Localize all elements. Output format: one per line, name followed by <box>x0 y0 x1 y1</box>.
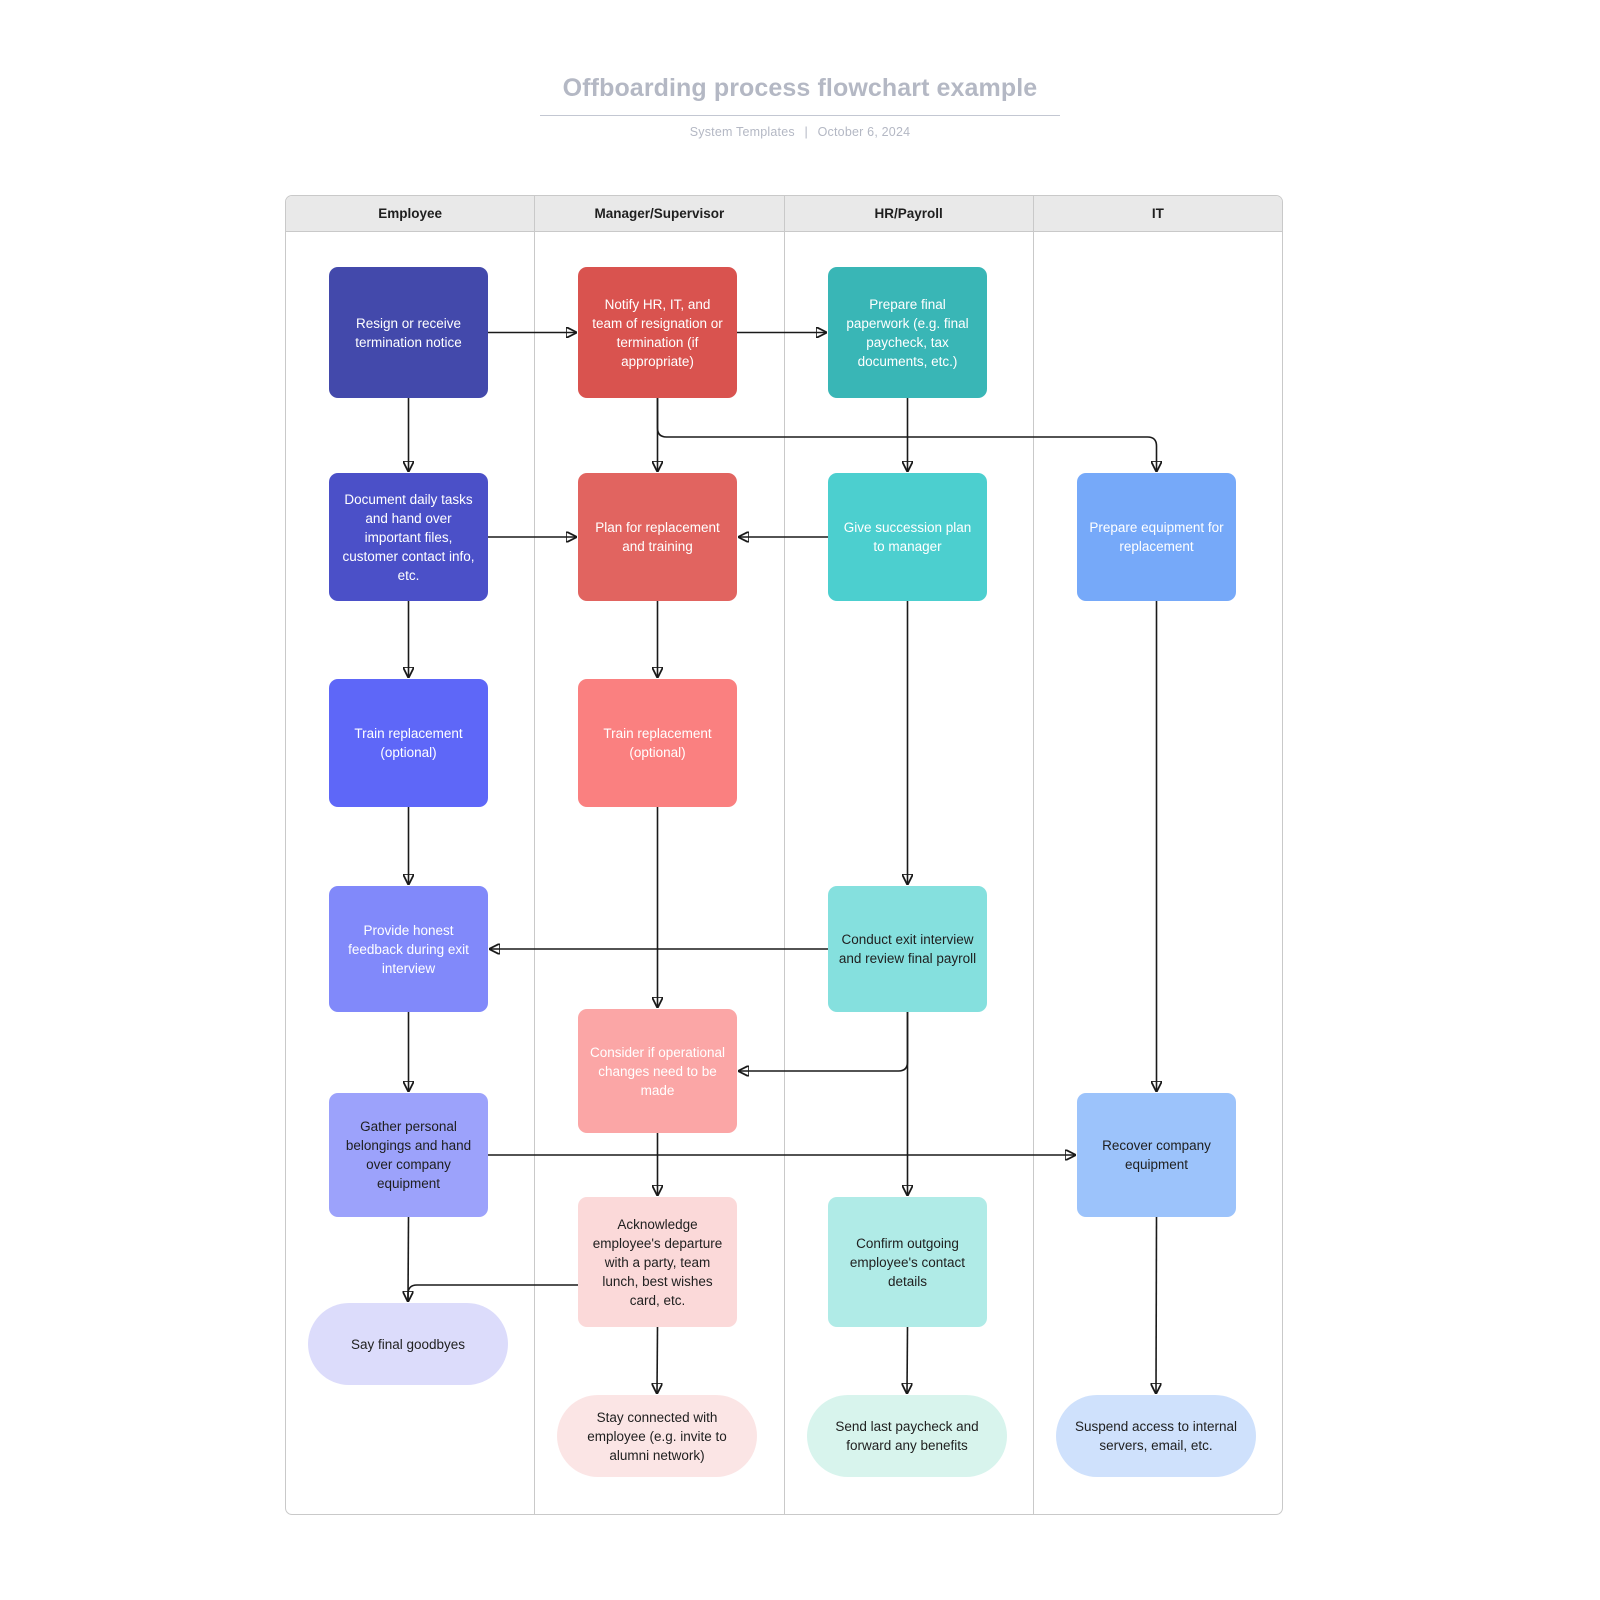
flowchart-node-n16[interactable]: Confirm outgoing employee's contact deta… <box>828 1197 987 1327</box>
flowchart-node-label: Gather personal belongings and hand over… <box>345 1119 472 1191</box>
flowchart-node-label: Prepare equipment for replacement <box>1089 520 1224 554</box>
flowchart-node-n5[interactable]: Plan for replacement and training <box>578 473 737 601</box>
document-date: October 6, 2024 <box>817 125 911 139</box>
swimlane-header-manager: Manager/Supervisor <box>535 196 785 231</box>
flowchart-node-label: Document daily tasks and hand over impor… <box>342 491 475 583</box>
swimlane-column-it <box>1034 232 1282 1514</box>
flowchart-node-label: Say final goodbyes <box>350 1336 466 1352</box>
flowchart-node-label: Resign or receive termination notice <box>355 315 462 350</box>
flowchart-node-label: Send last paycheck and forward any benef… <box>835 1419 979 1453</box>
flowchart-node-label: Provide honest feedback during exit inte… <box>348 922 469 976</box>
document-header: Offboarding process flowchart example Sy… <box>0 0 1600 139</box>
swimlane-header-row: Employee Manager/Supervisor HR/Payroll IT <box>286 196 1282 232</box>
flowchart-node-n19[interactable]: Send last paycheck and forward any benef… <box>807 1395 1007 1477</box>
flowchart-node-n17[interactable]: Say final goodbyes <box>308 1303 508 1385</box>
flowchart-node-label: Train replacement (optional) <box>354 726 463 760</box>
flowchart-node-n9[interactable]: Train replacement (optional) <box>578 679 737 807</box>
flowchart-node-label: Prepare final paperwork (e.g. final payc… <box>846 296 969 369</box>
flowchart-node-label: Acknowledge employee's departure with a … <box>592 1216 723 1308</box>
flowchart-node-n13[interactable]: Gather personal belongings and hand over… <box>329 1093 488 1217</box>
swimlane-header-label: HR/Payroll <box>874 206 943 221</box>
flowchart-node-label: Recover company equipment <box>1102 1138 1211 1172</box>
flowchart-node-n2[interactable]: Notify HR, IT, and team of resignation o… <box>578 267 737 398</box>
flowchart-node-n8[interactable]: Train replacement (optional) <box>329 679 488 807</box>
flowchart-node-n12[interactable]: Consider if operational changes need to … <box>578 1009 737 1133</box>
flowchart-node-n14[interactable]: Recover company equipment <box>1077 1093 1236 1217</box>
subtitle-separator: | <box>804 125 808 139</box>
flowchart-node-n3[interactable]: Prepare final paperwork (e.g. final payc… <box>828 267 987 398</box>
flowchart-node-label: Train replacement (optional) <box>603 726 712 760</box>
flowchart-node-n11[interactable]: Conduct exit interview and review final … <box>828 886 987 1012</box>
flowchart-node-n18[interactable]: Stay connected with employee (e.g. invit… <box>557 1395 757 1477</box>
flowchart-node-label: Suspend access to internal servers, emai… <box>1074 1419 1238 1453</box>
flowchart-node-n15[interactable]: Acknowledge employee's departure with a … <box>578 1197 737 1327</box>
flowchart-node-n7[interactable]: Prepare equipment for replacement <box>1077 473 1236 601</box>
flowchart-node-n1[interactable]: Resign or receive termination notice <box>329 267 488 398</box>
flowchart-node-n4[interactable]: Document daily tasks and hand over impor… <box>329 473 488 601</box>
flowchart-node-n20[interactable]: Suspend access to internal servers, emai… <box>1056 1395 1256 1477</box>
swimlane-header-label: Manager/Supervisor <box>594 206 725 221</box>
swimlane-header-label: IT <box>1151 206 1164 221</box>
flowchart-node-label: Plan for replacement and training <box>595 520 720 554</box>
flowchart-node-n6[interactable]: Give succession plan to manager <box>828 473 987 601</box>
flowchart-node-label: Conduct exit interview and review final … <box>838 932 977 966</box>
document-subtitle: System Templates | October 6, 2024 <box>0 116 1600 139</box>
swimlane-header-label: Employee <box>378 206 443 221</box>
flowchart-node-label: Stay connected with employee (e.g. invit… <box>587 1409 727 1463</box>
swimlane-header-hr: HR/Payroll <box>785 196 1034 231</box>
swimlane-header-employee: Employee <box>286 196 536 231</box>
flowchart-node-label: Give succession plan to manager <box>843 520 972 554</box>
flowchart-node-label: Confirm outgoing employee's contact deta… <box>849 1235 966 1289</box>
swimlane-header-it: IT <box>1034 196 1282 231</box>
flowchart-node-n10[interactable]: Provide honest feedback during exit inte… <box>329 886 488 1012</box>
flowchart-node-label: Notify HR, IT, and team of resignation o… <box>592 296 723 369</box>
flowchart-node-label: Consider if operational changes need to … <box>589 1044 726 1098</box>
document-author: System Templates <box>689 125 795 139</box>
page-title: Offboarding process flowchart example <box>562 74 1038 102</box>
